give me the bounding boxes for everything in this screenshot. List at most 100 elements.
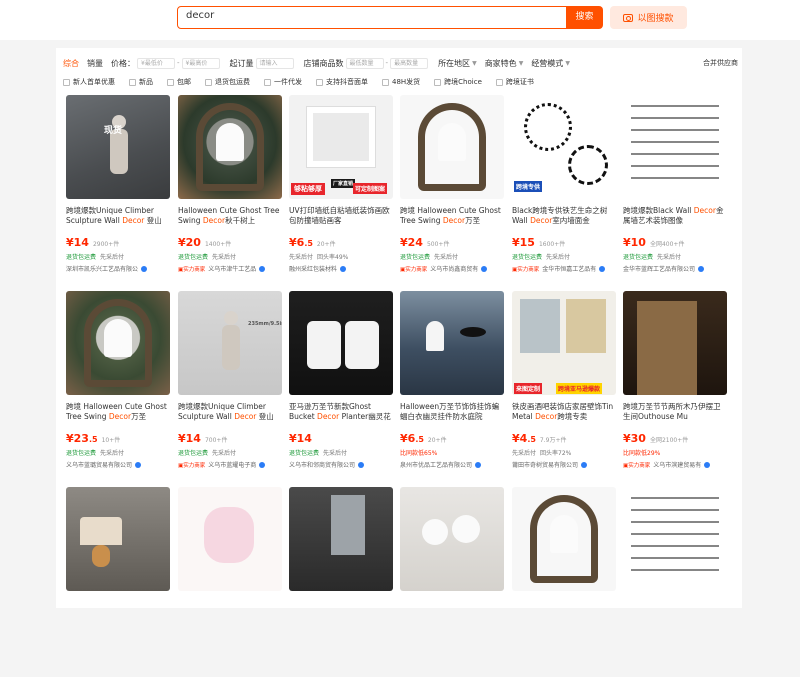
chat-icon[interactable] [135, 461, 142, 468]
product-title[interactable]: Halloween万圣节饰饰挂饰蝙蝠白衣幽灵挂件防水庭院 [400, 402, 504, 422]
checkbox-return-shipping[interactable]: 退货包运费 [205, 77, 250, 87]
product-card[interactable] [400, 487, 504, 677]
shop-name[interactable]: ▣实力商家 义乌市尚鑫商贸有 [400, 264, 504, 273]
product-image[interactable] [178, 487, 282, 591]
product-image[interactable]: 235mm/9.5inch [178, 291, 282, 395]
search-button[interactable]: 搜索 [566, 6, 603, 29]
product-card[interactable]: 跨境 Halloween Cute Ghost Tree Swing Decor… [400, 95, 504, 285]
shop-name[interactable]: 融州采红包装材料 [289, 264, 393, 273]
product-card[interactable]: 跨境万圣节节两所木乃伊摆卫生间Outhouse Mu ¥30 全网2100+件 比同款… [623, 291, 727, 481]
product-card[interactable]: 来图定制 跨境亚马逊爆款铁皮画酒吧装饰店家居壁饰Tin Metal Decor跨境… [512, 291, 616, 481]
product-card[interactable]: 够粘够厚 厂家直销 可定制图案 UV打印墙纸自粘墙纸装饰画欧包防撞墙贴画客 ¥6.5 20… [289, 95, 393, 285]
chat-icon[interactable] [599, 265, 606, 272]
product-image[interactable] [400, 487, 504, 591]
product-title[interactable]: Black跨境专供铁艺生命之树 Wall Decor室内墙面金 [512, 206, 616, 226]
chat-icon[interactable] [259, 265, 266, 272]
search-input[interactable] [186, 10, 556, 21]
chat-icon[interactable] [358, 461, 365, 468]
product-card[interactable] [512, 487, 616, 677]
product-card[interactable]: 现货跨境爆款Unique Climber Sculpture Wall Deco… [66, 95, 170, 285]
product-image[interactable] [623, 291, 727, 395]
verified-badge: ▣实力商家 [400, 266, 428, 273]
image-search-button[interactable]: 以图搜款 [610, 6, 687, 29]
sold-count: 2900+件 [92, 241, 120, 248]
moq-input[interactable]: 请输入 [255, 57, 294, 69]
shop-min-input[interactable]: 最低数量 [345, 57, 384, 69]
shop-name[interactable]: 义乌市和邻商贸有限公司 [289, 460, 393, 469]
product-card[interactable]: 亚马逊万圣节新款Ghost Bucket Decor Planter幽灵花 ¥14… [289, 291, 393, 481]
product-card[interactable]: 跨境 Halloween Cute Ghost Tree Swing Decor… [66, 291, 170, 481]
chat-icon[interactable] [141, 265, 148, 272]
merge-supplier-toggle[interactable]: 合并供应商 [703, 58, 738, 68]
checkbox-48h[interactable]: 48H发货 [382, 77, 420, 87]
product-image[interactable]: 来图定制 跨境亚马逊爆款 [512, 291, 616, 395]
shop-name[interactable]: ▣实力商家 金华市恒嘉工艺品有 [512, 264, 616, 273]
product-title[interactable]: 跨境爆款Unique Climber Sculpture Wall Decor … [178, 402, 282, 422]
shop-max-input[interactable]: 最高数量 [390, 57, 429, 69]
product-image[interactable] [66, 291, 170, 395]
checkbox-free-shipping[interactable]: 包邮 [167, 77, 191, 87]
checkbox-certificate[interactable]: 跨境证书 [495, 77, 534, 87]
product-title[interactable]: Halloween Cute Ghost Tree Swing Decor秋千树… [178, 206, 282, 226]
shop-name[interactable]: 金华市蓝辉工艺品有限公司 [623, 264, 727, 273]
product-image[interactable]: 现货 [66, 95, 170, 199]
product-image[interactable] [400, 95, 504, 199]
checkbox-choice[interactable]: 跨境Choice [434, 77, 482, 87]
checkbox-new[interactable]: 新品 [129, 77, 153, 87]
product-image[interactable] [178, 95, 282, 199]
location-dropdown[interactable]: 所在地区 ▼ [438, 58, 477, 69]
price-min-input[interactable]: ¥最低价 [137, 57, 175, 69]
chat-icon[interactable] [340, 265, 347, 272]
model-dropdown[interactable]: 经营模式 ▼ [531, 58, 570, 69]
checkbox-new-user[interactable]: 新人首单优惠 [63, 77, 115, 87]
product-title[interactable]: 跨境万圣节节两所木乃伊摆卫生间Outhouse Mu [623, 402, 727, 422]
chat-icon[interactable] [259, 461, 266, 468]
product-title[interactable]: 跨境爆款Unique Climber Sculpture Wall Decor … [66, 206, 170, 226]
product-image[interactable] [289, 291, 393, 395]
checkbox-dropship[interactable]: 一件代发 [264, 77, 302, 87]
product-card[interactable]: 跨境爆款Black Wall Decor金属墙艺术装饰图像 ¥10 全网400+件退… [623, 95, 727, 285]
product-title[interactable]: 跨境爆款Black Wall Decor金属墙艺术装饰图像 [623, 206, 727, 226]
product-title[interactable]: UV打印墙纸自粘墙纸装饰画欧包防撞墙贴画客 [289, 206, 393, 226]
merchant-dropdown[interactable]: 商家特色 ▼ [485, 58, 524, 69]
shop-name[interactable]: 深圳市凯乐兴工艺品有限公 [66, 264, 170, 273]
sort-sales[interactable]: 销量 [87, 58, 103, 69]
product-title[interactable]: 亚马逊万圣节新款Ghost Bucket Decor Planter幽灵花 [289, 402, 393, 422]
chat-icon[interactable] [581, 461, 588, 468]
chat-icon[interactable] [481, 265, 488, 272]
shop-name[interactable]: 泉州市优品工艺品有限公司 [400, 460, 504, 469]
search-box[interactable] [177, 6, 567, 29]
sort-comprehensive[interactable]: 综合 [63, 58, 79, 69]
image-overlay-text: 来图定制 [514, 383, 543, 394]
shop-name[interactable]: ▣实力商家 义乌市滨建贸易有 [623, 460, 727, 469]
coffin-mirror [331, 495, 365, 555]
checkbox-douyin[interactable]: 支持抖音面单 [316, 77, 368, 87]
product-image[interactable] [289, 487, 393, 591]
product-card[interactable] [623, 487, 727, 677]
chat-icon[interactable] [475, 461, 482, 468]
product-image[interactable]: 跨境专供 [512, 95, 616, 199]
product-card[interactable]: 跨境专供 Black跨境专供铁艺生命之树 Wall Decor室内墙面金 ¥15 16… [512, 95, 616, 285]
product-title[interactable]: 跨境 Halloween Cute Ghost Tree Swing Decor… [400, 206, 504, 226]
product-image[interactable] [623, 95, 727, 199]
product-card[interactable] [178, 487, 282, 677]
chat-icon[interactable] [698, 265, 705, 272]
product-card[interactable] [289, 487, 393, 677]
shop-name[interactable]: 义乌市蓝璐贸易有限公司 [66, 460, 170, 469]
shop-name[interactable]: ▣实力商家 义乌市津牛工艺品 [178, 264, 282, 273]
product-title[interactable]: 铁皮画酒吧装饰店家居壁饰Tin Metal Decor跨境专卖 [512, 402, 616, 422]
shop-name[interactable]: ▣实力商家 义乌市蓝耀电子商 [178, 460, 282, 469]
product-card[interactable] [66, 487, 170, 677]
shop-name[interactable]: 莆田市奇树贸易有限公司 [512, 460, 616, 469]
product-image[interactable] [623, 487, 727, 591]
chat-icon[interactable] [704, 461, 711, 468]
product-card[interactable]: Halloween Cute Ghost Tree Swing Decor秋千树… [178, 95, 282, 285]
product-title[interactable]: 跨境 Halloween Cute Ghost Tree Swing Decor… [66, 402, 170, 422]
product-image[interactable] [400, 291, 504, 395]
product-image[interactable] [66, 487, 170, 591]
product-card[interactable]: 235mm/9.5inch 跨境爆款Unique Climber Sculptur… [178, 291, 282, 481]
product-image[interactable] [512, 487, 616, 591]
price-max-input[interactable]: ¥最高价 [181, 57, 220, 69]
product-image[interactable]: 够粘够厚 厂家直销 可定制图案 [289, 95, 393, 199]
product-card[interactable]: Halloween万圣节饰饰挂饰蝙蝠白衣幽灵挂件防水庭院 ¥6.5 20+件 比同款低… [400, 291, 504, 481]
